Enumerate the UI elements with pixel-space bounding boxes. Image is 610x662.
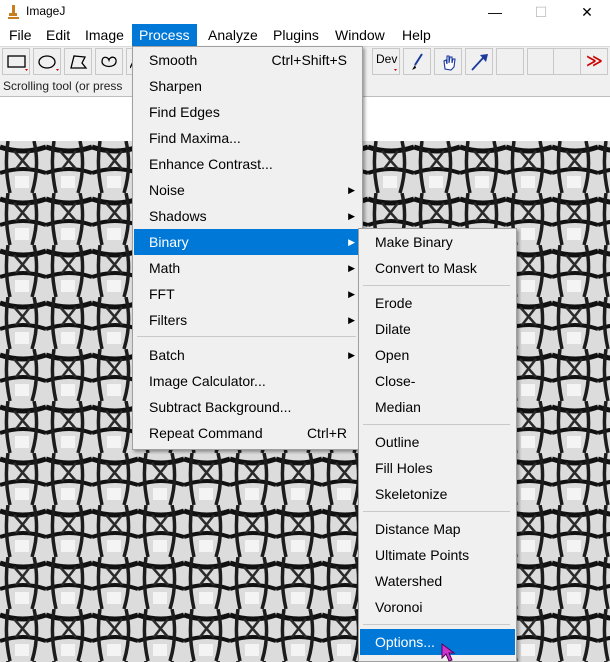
maximize-button[interactable]: ☐: [518, 0, 564, 24]
rectangle-tool[interactable]: [2, 48, 30, 75]
menu-separator: [363, 285, 510, 286]
menu-item-convert-to-mask[interactable]: Convert to Mask: [360, 255, 515, 281]
binary-submenu: Make Binary Convert to Mask Erode Dilate…: [358, 228, 517, 662]
arrow-tool-icon: [471, 54, 488, 71]
rectangle-icon: [7, 55, 28, 71]
menu-separator: [137, 336, 356, 337]
brush-tool[interactable]: [403, 48, 431, 75]
menu-item-distance-map[interactable]: Distance Map: [360, 516, 515, 542]
menu-item-batch[interactable]: Batch ▶: [134, 342, 361, 368]
menu-window[interactable]: Window: [328, 24, 392, 46]
submenu-arrow-icon: ▶: [348, 289, 355, 299]
menu-item-sharpen[interactable]: Sharpen: [134, 73, 361, 99]
menu-item-fill-holes[interactable]: Fill Holes: [360, 455, 515, 481]
menu-analyze[interactable]: Analyze: [201, 24, 265, 46]
menu-separator: [363, 511, 510, 512]
oval-icon: [38, 55, 59, 71]
brush-icon: [412, 53, 423, 70]
mouse-cursor-icon: [441, 643, 456, 662]
menu-item-skeletonize[interactable]: Skeletonize: [360, 481, 515, 507]
menu-bar: File Edit Image Process Analyze Plugins …: [0, 24, 610, 46]
menu-item-filters[interactable]: Filters ▶: [134, 307, 361, 333]
menu-item-outline[interactable]: Outline: [360, 429, 515, 455]
menu-item-watershed[interactable]: Watershed: [360, 568, 515, 594]
submenu-arrow-icon: ▶: [348, 263, 355, 273]
menu-item-noise[interactable]: Noise ▶: [134, 177, 361, 203]
hand-tool[interactable]: [434, 48, 462, 75]
menu-edit[interactable]: Edit: [39, 24, 77, 46]
minimize-button[interactable]: —: [472, 0, 518, 24]
freehand-icon: [101, 56, 117, 68]
submenu-arrow-icon: ▶: [348, 185, 355, 195]
chevron-down-icon: [394, 69, 397, 71]
menu-process[interactable]: Process: [132, 24, 197, 46]
empty-tool-slot[interactable]: [496, 48, 524, 75]
arrow-tool[interactable]: [465, 48, 493, 75]
menu-item-voronoi[interactable]: Voronoi: [360, 594, 515, 620]
menu-item-ultimate-points[interactable]: Ultimate Points: [360, 542, 515, 568]
menu-separator: [363, 624, 510, 625]
menu-item-erode[interactable]: Erode: [360, 290, 515, 316]
menu-item-subtract-background[interactable]: Subtract Background...: [134, 394, 361, 420]
process-menu: Smooth Ctrl+Shift+S Sharpen Find Edges Fi…: [132, 46, 363, 450]
dropper-hand-icon: [443, 55, 456, 71]
oval-tool[interactable]: [33, 48, 61, 75]
submenu-arrow-icon: ▶: [348, 237, 355, 247]
menu-item-image-calculator[interactable]: Image Calculator...: [134, 368, 361, 394]
menu-item-fft[interactable]: FFT ▶: [134, 281, 361, 307]
imagej-microscope-icon: [8, 5, 19, 19]
menu-item-repeat-command[interactable]: Repeat Command Ctrl+R: [134, 420, 361, 446]
menu-item-shadows[interactable]: Shadows ▶: [134, 203, 361, 229]
menu-item-median[interactable]: Median: [360, 394, 515, 420]
more-tools-button[interactable]: ≫: [580, 48, 608, 75]
menu-item-math[interactable]: Math ▶: [134, 255, 361, 281]
status-text: Scrolling tool (or press: [3, 79, 123, 93]
menu-file[interactable]: File: [2, 24, 39, 46]
polygon-tool[interactable]: [64, 48, 92, 75]
more-tools-icon: ≫: [586, 53, 603, 70]
menu-item-options[interactable]: Options...: [360, 629, 515, 655]
empty-tool-slot[interactable]: [527, 48, 555, 75]
menu-plugins[interactable]: Plugins: [266, 24, 326, 46]
menu-item-find-maxima[interactable]: Find Maxima...: [134, 125, 361, 151]
menu-item-open[interactable]: Open: [360, 342, 515, 368]
submenu-arrow-icon: ▶: [348, 211, 355, 221]
dev-menu-button[interactable]: Dev: [372, 48, 400, 75]
menu-separator: [363, 424, 510, 425]
menu-item-find-edges[interactable]: Find Edges: [134, 99, 361, 125]
menu-item-make-binary[interactable]: Make Binary: [360, 229, 515, 255]
menu-item-dilate[interactable]: Dilate: [360, 316, 515, 342]
menu-image[interactable]: Image: [78, 24, 131, 46]
title-bar: ImageJ — ☐ ✕: [0, 0, 610, 24]
freehand-tool[interactable]: [95, 48, 123, 75]
polygon-icon: [70, 55, 88, 69]
menu-help[interactable]: Help: [395, 24, 438, 46]
menu-item-smooth[interactable]: Smooth Ctrl+Shift+S: [134, 47, 361, 73]
submenu-arrow-icon: ▶: [348, 350, 355, 360]
close-button[interactable]: ✕: [564, 0, 610, 24]
menu-item-close[interactable]: Close-: [360, 368, 515, 394]
menu-item-binary[interactable]: Binary ▶: [134, 229, 361, 255]
menu-item-enhance-contrast[interactable]: Enhance Contrast...: [134, 151, 361, 177]
submenu-arrow-icon: ▶: [348, 315, 355, 325]
empty-tool-slot[interactable]: [553, 48, 581, 75]
window-title: ImageJ: [26, 4, 66, 18]
